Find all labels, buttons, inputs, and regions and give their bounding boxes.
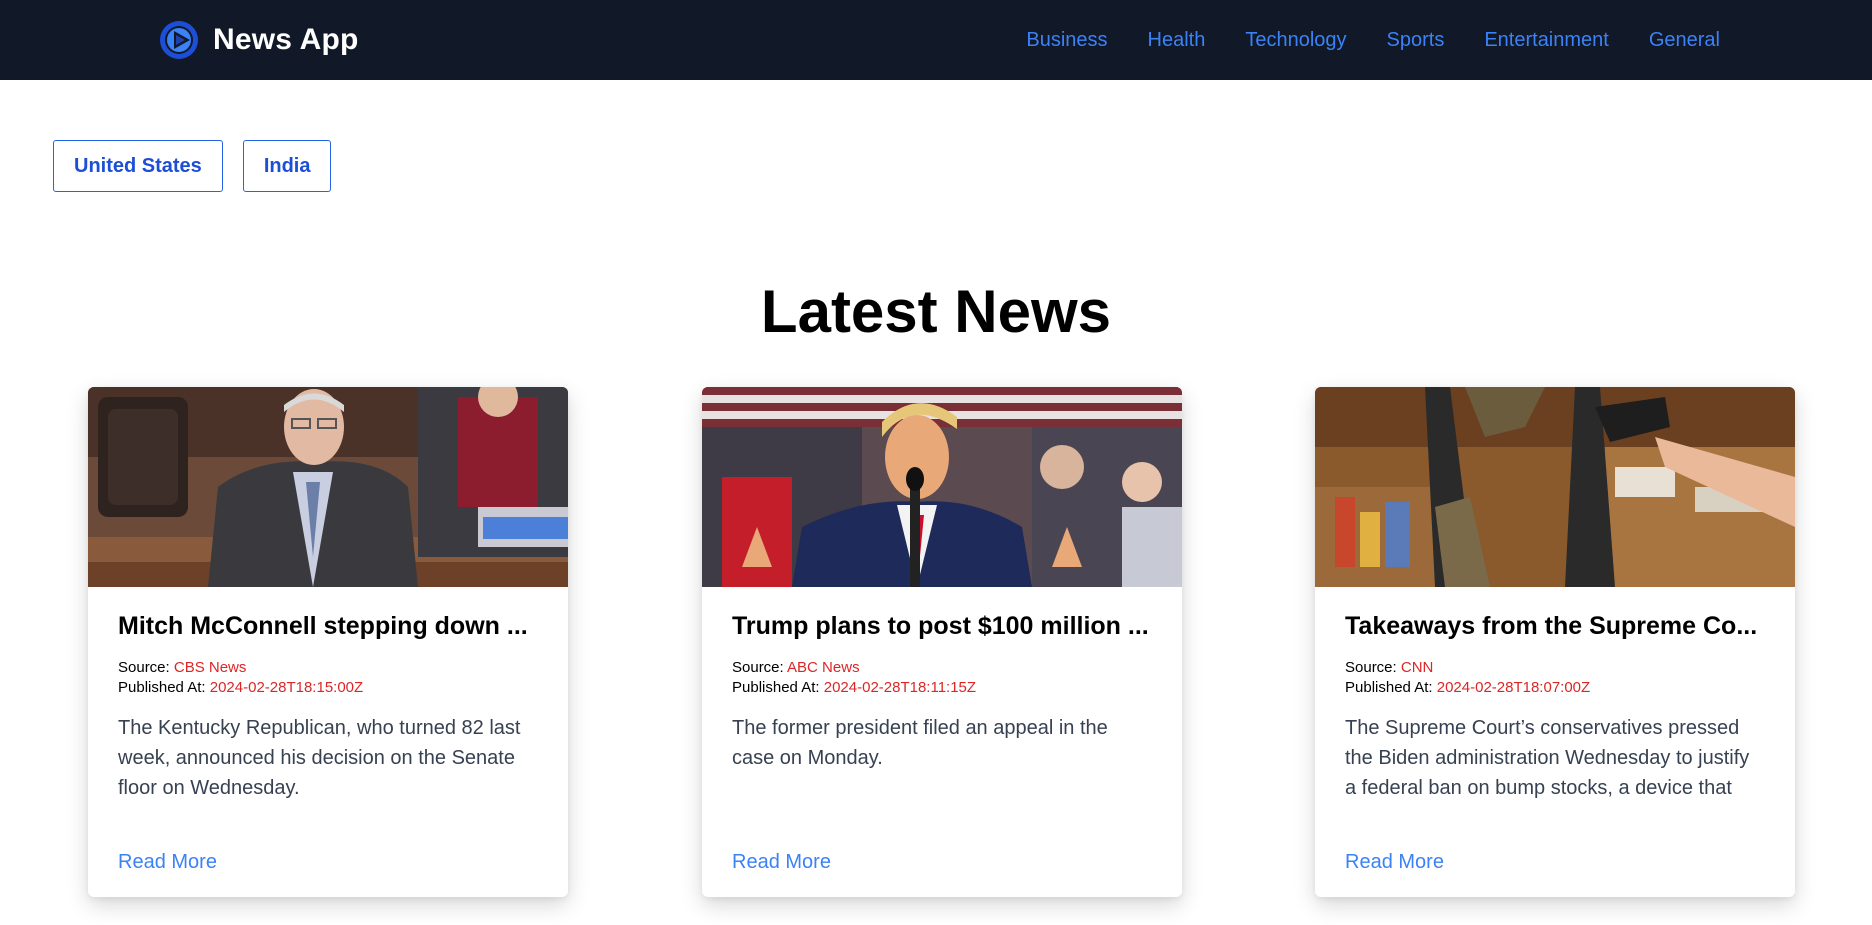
published-label: Published At: bbox=[1345, 679, 1433, 696]
read-more-link[interactable]: Read More bbox=[1345, 849, 1444, 875]
nav-health[interactable]: Health bbox=[1148, 29, 1206, 52]
card-body: Trump plans to post $100 million ... Sou… bbox=[732, 587, 1152, 897]
published-date: 2024-02-28T18:11:15Z bbox=[823, 679, 977, 696]
play-circle-icon bbox=[160, 21, 198, 59]
navbar: News App Business Health Technology Spor… bbox=[0, 0, 1872, 80]
article-description: The Kentucky Republican, who turned 82 l… bbox=[118, 717, 521, 799]
source-name: CBS News bbox=[173, 659, 247, 676]
published-date: 2024-02-28T18:15:00Z bbox=[209, 679, 364, 696]
nav-general[interactable]: General bbox=[1649, 29, 1720, 52]
country-button-india[interactable]: India bbox=[242, 140, 332, 192]
published-date: 2024-02-28T18:07:00Z bbox=[1436, 679, 1591, 696]
read-more-link[interactable]: Read More bbox=[732, 849, 831, 875]
article-description: The former president filed an appeal in … bbox=[732, 717, 1108, 769]
published-label: Published At: bbox=[118, 679, 206, 696]
article-title: Mitch McConnell stepping down ... bbox=[118, 612, 528, 640]
nav-entertainment[interactable]: Entertainment bbox=[1484, 29, 1609, 52]
page-title: Latest News bbox=[760, 278, 1112, 345]
article-meta: Source: CNN Published At: 2024-02-28T18:… bbox=[1345, 658, 1590, 698]
article-meta: Source: ABC News Published At: 2024-02-2… bbox=[732, 658, 976, 698]
country-selector: United States India bbox=[53, 140, 332, 192]
news-card: Mitch McConnell stepping down ... Source… bbox=[88, 387, 568, 897]
nav-technology[interactable]: Technology bbox=[1245, 29, 1346, 52]
article-title: Takeaways from the Supreme Co... bbox=[1345, 612, 1758, 640]
read-more-link[interactable]: Read More bbox=[118, 849, 217, 875]
news-card: Takeaways from the Supreme Co... Source:… bbox=[1315, 387, 1795, 897]
card-body: Takeaways from the Supreme Co... Source:… bbox=[1345, 587, 1765, 897]
source-label: Source: bbox=[118, 659, 170, 676]
article-title: Trump plans to post $100 million ... bbox=[732, 612, 1149, 640]
news-card: Trump plans to post $100 million ... Sou… bbox=[702, 387, 1182, 897]
source-name: CNN bbox=[1400, 659, 1434, 676]
source-name: ABC News bbox=[787, 659, 860, 676]
article-meta: Source: CBS News Published At: 2024-02-2… bbox=[118, 658, 363, 698]
app-title: News App bbox=[213, 23, 359, 56]
rally-speaker-at-podium-photo bbox=[702, 387, 1182, 587]
published-label: Published At: bbox=[732, 679, 820, 696]
source-label: Source: bbox=[732, 659, 784, 676]
category-nav: Business Health Technology Sports Entert… bbox=[1026, 0, 1720, 80]
nav-sports[interactable]: Sports bbox=[1387, 29, 1445, 52]
gun-store-rifles-photo bbox=[1315, 387, 1795, 587]
article-description: The Supreme Court’s conservatives presse… bbox=[1345, 717, 1750, 799]
card-body: Mitch McConnell stepping down ... Source… bbox=[118, 587, 538, 897]
senate-floor-speaker-photo bbox=[88, 387, 568, 587]
brand-link[interactable]: News App bbox=[159, 20, 359, 60]
source-label: Source: bbox=[1345, 659, 1397, 676]
country-button-us[interactable]: United States bbox=[53, 140, 223, 192]
nav-business[interactable]: Business bbox=[1026, 29, 1107, 52]
